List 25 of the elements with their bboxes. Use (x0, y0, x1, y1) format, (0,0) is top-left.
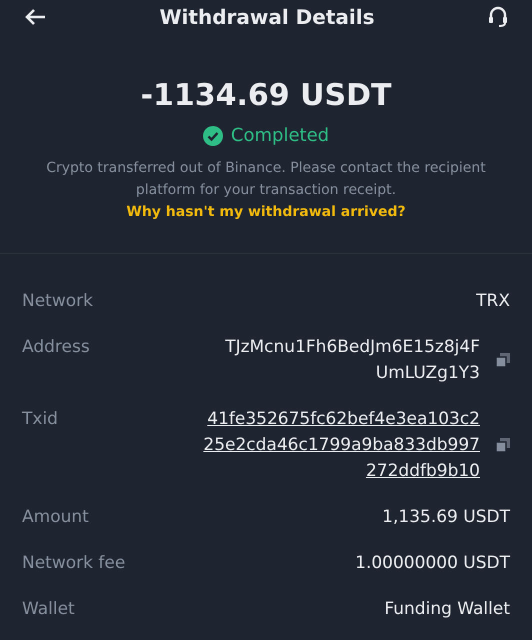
page-title: Withdrawal Details (159, 4, 375, 31)
detail-value: 1.00000000 USDT (355, 552, 510, 575)
detail-label: Address (22, 336, 90, 359)
headset-icon[interactable] (488, 6, 508, 28)
status-text: Completed (230, 124, 330, 148)
detail-label: Network (22, 290, 93, 313)
detail-value: 1,135.69 USDT (382, 506, 510, 529)
detail-label: Txid (22, 408, 58, 431)
help-link[interactable]: Why hasn't my withdrawal arrived? (126, 201, 406, 223)
detail-value: TJzMcnu1Fh6BedJm6E15z8j4F (225, 336, 480, 359)
copy-icon[interactable] (496, 438, 510, 452)
copy-icon[interactable] (496, 353, 510, 367)
txid-link[interactable]: 41fe352675fc62bef4e3ea103c2 (207, 406, 480, 432)
check-circle-icon (202, 126, 223, 146)
info-message: Crypto transferred out of Binance. Please contact the recipient platform for your transaction receipt. (45, 159, 487, 200)
detail-value: UmLUZg1Y3 (376, 362, 480, 385)
detail-label: Network fee (22, 552, 126, 575)
detail-value: TRX (476, 290, 510, 313)
detail-value: Funding Wallet (384, 598, 510, 621)
back-arrow-icon[interactable] (24, 8, 46, 26)
withdrawal-amount: -1134.69 USDT (140, 77, 392, 115)
detail-label: Amount (22, 506, 89, 529)
txid-link[interactable]: 25e2cda46c1799a9ba833db997 (203, 432, 480, 458)
detail-label: Wallet (22, 598, 75, 621)
txid-link[interactable]: 272ddfb9b10 (366, 458, 480, 484)
